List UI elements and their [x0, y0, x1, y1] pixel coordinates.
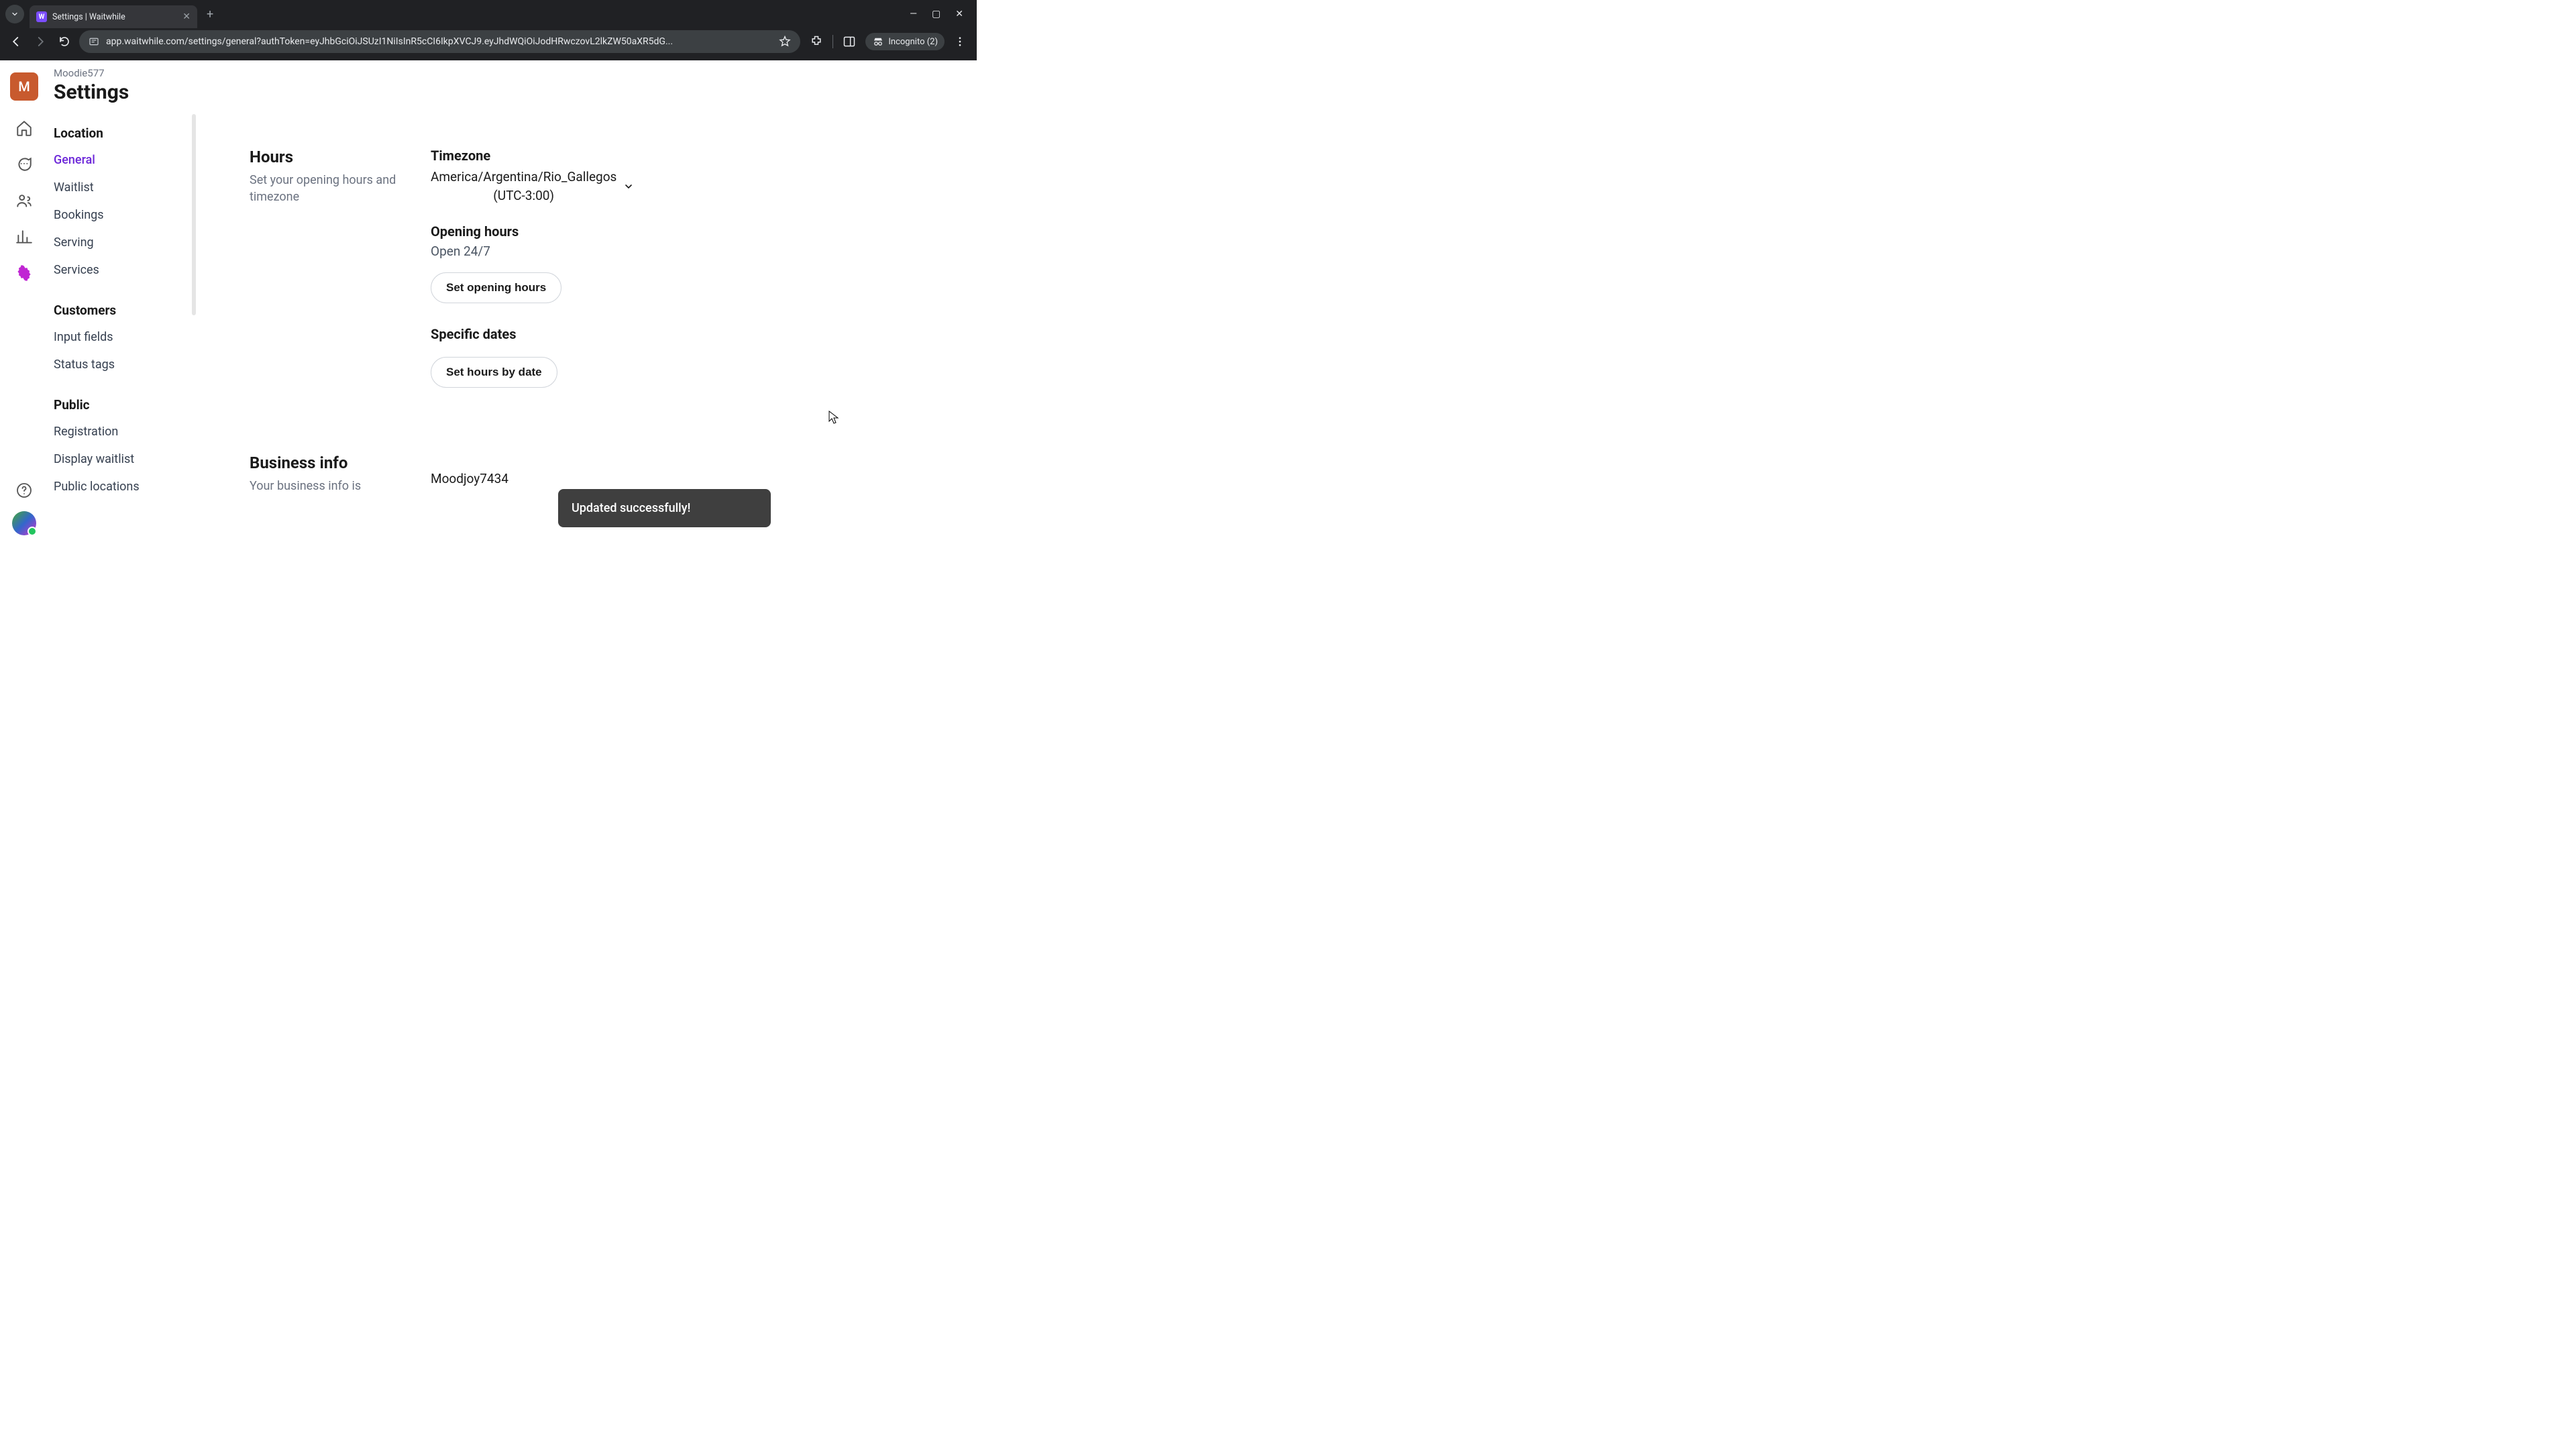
nav-item-display-waitlist[interactable]: Display waitlist	[48, 445, 196, 473]
minimize-button[interactable]: —	[910, 9, 917, 19]
address-bar: app.waitwhile.com/settings/general?authT…	[0, 28, 977, 60]
browser-chrome: W Settings | Waitwhile ✕ + — ▢ ✕ app.wai…	[0, 0, 977, 60]
nav-item-services[interactable]: Services	[48, 256, 196, 284]
incognito-icon	[872, 36, 884, 48]
users-icon[interactable]	[15, 192, 33, 209]
tab-bar: W Settings | Waitwhile ✕ + — ▢ ✕	[0, 0, 977, 28]
url-text: app.waitwhile.com/settings/general?authT…	[106, 36, 772, 47]
nav-item-input-fields[interactable]: Input fields	[48, 323, 196, 351]
arrow-right-icon	[34, 36, 46, 48]
browser-tab[interactable]: W Settings | Waitwhile ✕	[30, 5, 197, 28]
incognito-indicator[interactable]: Incognito (2)	[865, 33, 945, 50]
help-icon[interactable]	[15, 482, 33, 499]
hours-desc: Set your opening hours and timezone	[250, 172, 404, 205]
analytics-icon[interactable]	[15, 228, 33, 246]
nav-item-bookings[interactable]: Bookings	[48, 201, 196, 229]
nav-item-serving[interactable]: Serving	[48, 229, 196, 256]
kebab-menu-icon[interactable]	[954, 36, 966, 48]
home-icon[interactable]	[15, 119, 33, 137]
business-name-value: Moodjoy7434	[431, 471, 950, 486]
mouse-cursor-icon	[828, 411, 839, 424]
nav-section-customers: Customers	[48, 297, 196, 323]
settings-sidebar: Moodie577 Settings Location General Wait…	[48, 60, 196, 547]
business-info-desc: Your business info is	[250, 478, 404, 494]
nav-item-general[interactable]: General	[48, 146, 196, 174]
nav-item-waitlist[interactable]: Waitlist	[48, 174, 196, 201]
timezone-select[interactable]: America/Argentina/Rio_Gallegos (UTC-3:00…	[431, 168, 950, 205]
page-title: Settings	[48, 79, 196, 120]
tab-title: Settings | Waitwhile	[52, 12, 177, 22]
timezone-label: Timezone	[431, 148, 950, 164]
hours-title: Hours	[250, 148, 404, 166]
tabs-dropdown-button[interactable]	[5, 5, 24, 23]
app-viewport: M Moodie577 Settings Location General Wa…	[0, 60, 977, 547]
org-avatar[interactable]: M	[10, 72, 38, 101]
toast-message: Updated successfully!	[572, 501, 690, 515]
specific-dates-label: Specific dates	[431, 326, 950, 342]
window-controls: — ▢ ✕	[910, 9, 971, 19]
nav-item-public-locations[interactable]: Public locations	[48, 473, 196, 500]
toast-notification: Updated successfully!	[558, 489, 771, 527]
opening-hours-label: Opening hours	[431, 223, 950, 239]
org-name: Moodie577	[48, 64, 196, 79]
settings-icon[interactable]	[15, 264, 33, 282]
forward-button[interactable]	[31, 32, 50, 51]
nav-section-public: Public	[48, 392, 196, 418]
chat-icon[interactable]	[15, 156, 33, 173]
user-avatar[interactable]	[12, 511, 36, 535]
sidepanel-icon[interactable]	[843, 35, 856, 48]
maximize-button[interactable]: ▢	[932, 9, 941, 19]
nav-rail: M	[0, 60, 48, 547]
business-info-title: Business info	[250, 453, 404, 472]
toolbar-icons: Incognito (2)	[806, 33, 970, 50]
incognito-label: Incognito (2)	[888, 37, 938, 47]
new-tab-button[interactable]: +	[203, 7, 217, 21]
nav-item-status-tags[interactable]: Status tags	[48, 351, 196, 378]
set-opening-hours-button[interactable]: Set opening hours	[431, 272, 561, 303]
close-tab-button[interactable]: ✕	[182, 11, 191, 22]
timezone-value: America/Argentina/Rio_Gallegos (UTC-3:00…	[431, 168, 616, 205]
star-icon[interactable]	[779, 36, 791, 48]
site-settings-icon[interactable]	[89, 36, 99, 47]
set-hours-by-date-button[interactable]: Set hours by date	[431, 357, 557, 388]
url-field[interactable]: app.waitwhile.com/settings/general?authT…	[79, 30, 800, 53]
chevron-down-icon	[11, 10, 19, 18]
nav-section-location: Location	[48, 120, 196, 146]
reload-button[interactable]	[55, 32, 74, 51]
reload-icon	[58, 36, 70, 48]
main-content: Hours Set your opening hours and timezon…	[196, 60, 977, 547]
arrow-left-icon	[10, 36, 22, 48]
nav-item-registration[interactable]: Registration	[48, 418, 196, 445]
back-button[interactable]	[7, 32, 25, 51]
opening-hours-value: Open 24/7	[431, 244, 950, 259]
close-window-button[interactable]: ✕	[955, 9, 963, 19]
chevron-down-icon	[623, 181, 634, 192]
waitwhile-favicon: W	[36, 11, 47, 22]
extensions-icon[interactable]	[810, 35, 823, 48]
